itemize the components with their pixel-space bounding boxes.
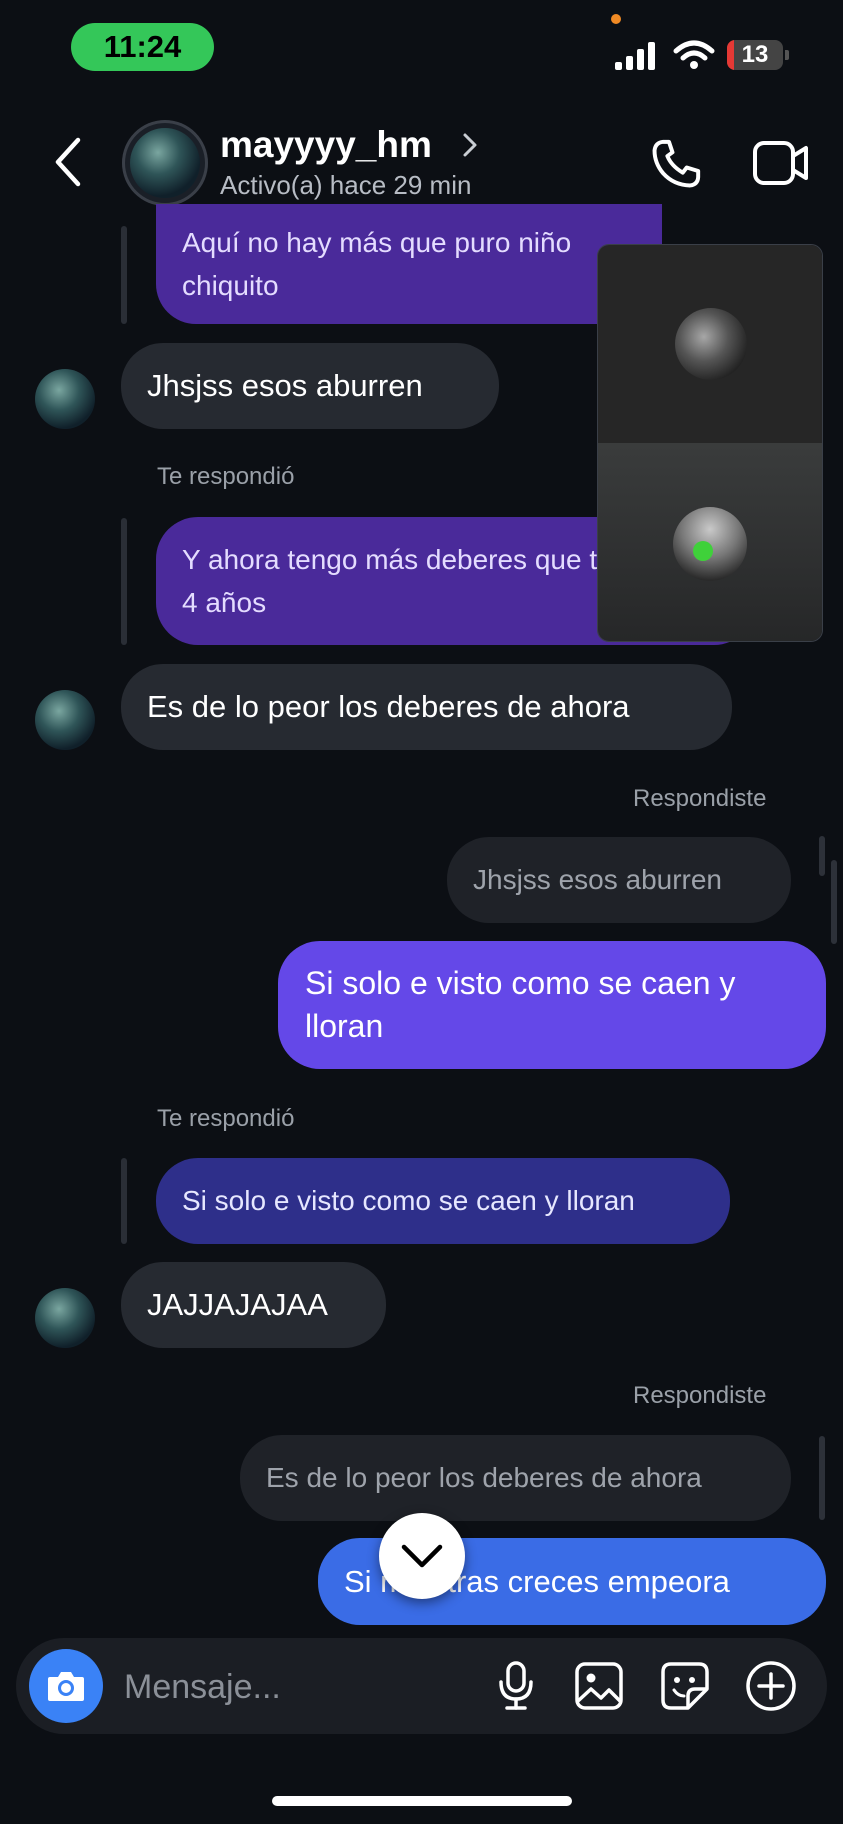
reply-quote-bar xyxy=(121,1158,127,1244)
microphone-icon xyxy=(499,1661,533,1710)
privacy-indicator-dot xyxy=(611,14,621,24)
reply-label: Te respondió xyxy=(157,463,295,490)
participant-avatar xyxy=(675,308,747,380)
reply-quote-bar xyxy=(121,518,127,645)
back-arrow-icon[interactable] xyxy=(52,136,84,188)
sticker-icon xyxy=(661,1662,709,1710)
scroll-to-bottom-button[interactable] xyxy=(379,1513,465,1599)
camera-button[interactable] xyxy=(29,1649,103,1723)
contact-active-status: Activo(a) hace 29 min xyxy=(220,170,472,200)
video-call-icon[interactable] xyxy=(752,140,810,186)
scroll-indicator xyxy=(831,860,837,944)
status-time: 11:24 xyxy=(71,23,214,71)
chevron-down-icon xyxy=(401,1544,443,1568)
phone-call-icon[interactable] xyxy=(648,136,704,192)
plus-circle-icon xyxy=(746,1661,796,1711)
battery-indicator: 13 xyxy=(727,40,783,70)
scroll-indicator xyxy=(819,836,825,876)
home-indicator xyxy=(272,1796,572,1806)
sender-avatar[interactable] xyxy=(35,1288,95,1348)
camera-icon xyxy=(48,1672,84,1701)
message-input[interactable] xyxy=(122,1656,486,1718)
message-bubble-incoming-reply[interactable]: Aquí no hay más que puro niño chiquito xyxy=(156,204,662,324)
battery-percent: 13 xyxy=(741,41,769,68)
sender-avatar[interactable] xyxy=(35,690,95,750)
wifi-icon xyxy=(673,40,715,69)
message-bubble-incoming[interactable]: Jhsjss esos aburren xyxy=(121,343,499,429)
message-composer xyxy=(16,1638,827,1734)
reply-label: Respondiste xyxy=(633,785,767,812)
participant-avatar xyxy=(673,507,747,581)
scroll-indicator xyxy=(819,1436,825,1520)
quoted-message[interactable]: Jhsjss esos aburren xyxy=(447,837,791,923)
battery-tip xyxy=(785,50,789,60)
quoted-message[interactable]: Si solo e visto como se caen y lloran xyxy=(156,1158,730,1244)
video-call-pip[interactable] xyxy=(597,244,823,642)
reply-label: Respondiste xyxy=(633,1382,767,1409)
message-bubble-incoming[interactable]: JAJJAJAJAA xyxy=(121,1262,386,1348)
quoted-message[interactable]: Es de lo peor los deberes de ahora xyxy=(240,1435,791,1521)
chevron-right-icon[interactable] xyxy=(462,132,478,158)
reply-label: Te respondió xyxy=(157,1105,295,1132)
gallery-button[interactable] xyxy=(569,1656,629,1716)
message-bubble-incoming[interactable]: Es de lo peor los deberes de ahora xyxy=(121,664,732,750)
cellular-signal-icon xyxy=(615,42,655,70)
sticker-button[interactable] xyxy=(655,1656,715,1716)
image-gallery-icon xyxy=(575,1662,623,1710)
pip-participant-self[interactable] xyxy=(598,443,822,641)
microphone-button[interactable] xyxy=(486,1656,546,1716)
contact-avatar[interactable] xyxy=(122,120,208,206)
contact-username[interactable]: mayyyy_hm xyxy=(220,124,432,166)
sender-avatar[interactable] xyxy=(35,369,95,429)
pip-participant-remote[interactable] xyxy=(598,245,822,443)
message-bubble-outgoing[interactable]: Si solo e visto como se caen y lloran xyxy=(278,941,826,1069)
reply-quote-bar xyxy=(121,226,127,324)
more-options-button[interactable] xyxy=(741,1656,801,1716)
